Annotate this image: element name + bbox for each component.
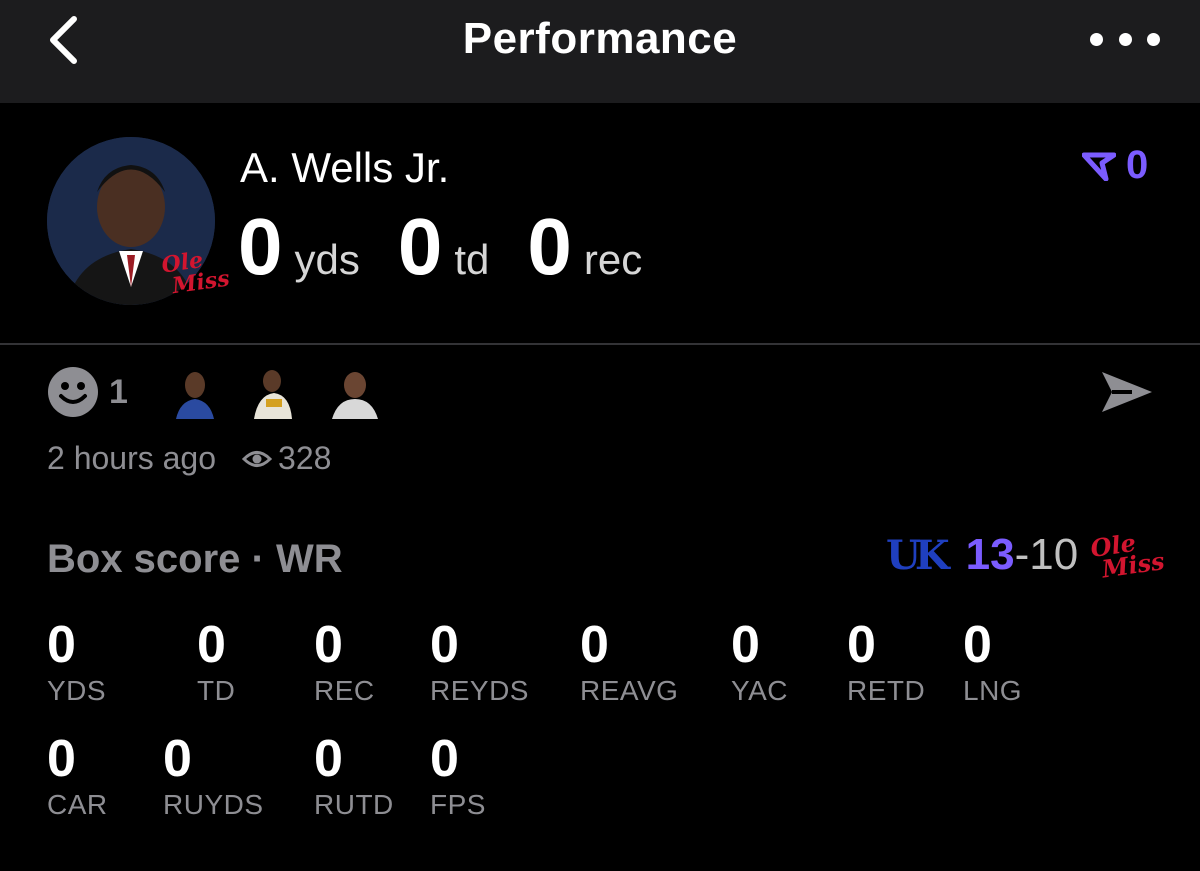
stat-value: 0 bbox=[314, 730, 343, 788]
stat-label: CAR bbox=[47, 789, 108, 820]
stat-value: 0 bbox=[847, 616, 876, 674]
stat-value: 0 bbox=[430, 616, 459, 674]
top-bar: Performance bbox=[0, 0, 1200, 103]
rec-unit: rec bbox=[583, 236, 643, 283]
box-score-title: Box score · WR bbox=[47, 537, 343, 581]
td-unit: td bbox=[454, 236, 490, 283]
reactor-avatar[interactable] bbox=[327, 365, 382, 419]
yards-value: 0 bbox=[238, 202, 283, 291]
stat-label: LNG bbox=[963, 675, 1023, 706]
stat-reyds: 0 REYDS bbox=[430, 617, 529, 707]
stat-label: RUTD bbox=[314, 789, 394, 820]
stat-value: 0 bbox=[163, 730, 192, 788]
picks-badge[interactable]: 0 bbox=[1082, 143, 1148, 188]
game-score[interactable]: UK 13 - 10 Ole Miss bbox=[886, 527, 1167, 585]
reaction-count: 1 bbox=[109, 372, 128, 411]
td-value: 0 bbox=[397, 202, 443, 291]
pick-arrow-icon bbox=[1082, 152, 1116, 181]
reactions-row: 1 bbox=[47, 365, 408, 419]
stat-value: 0 bbox=[47, 616, 76, 674]
stat-reavg: 0 REAVG bbox=[580, 617, 678, 707]
reactor-avatar[interactable] bbox=[167, 365, 222, 419]
yards-unit: yds bbox=[294, 236, 360, 283]
stat-label: FPS bbox=[430, 789, 486, 820]
picks-count: 0 bbox=[1126, 143, 1149, 187]
stat-value: 0 bbox=[430, 730, 459, 788]
more-dot bbox=[1118, 32, 1132, 46]
kentucky-logo: UK bbox=[886, 531, 950, 579]
stat-fps: 0 FPS bbox=[430, 731, 486, 821]
stat-value: 0 bbox=[47, 730, 76, 788]
stat-label: RUYDS bbox=[163, 789, 264, 820]
player-name[interactable]: A. Wells Jr. bbox=[240, 144, 449, 192]
stat-value: 0 bbox=[731, 616, 760, 674]
view-count: 328 bbox=[278, 440, 332, 476]
ole-miss-logo: Ole Miss bbox=[159, 246, 232, 301]
person-icon bbox=[247, 365, 302, 419]
reactor-avatar[interactable] bbox=[247, 365, 302, 419]
share-button[interactable] bbox=[1098, 368, 1158, 418]
stat-value: 0 bbox=[197, 616, 226, 674]
stat-yac: 0 YAC bbox=[731, 617, 788, 707]
post-meta: 2 hours ago 328 bbox=[47, 440, 331, 477]
stat-label: REYDS bbox=[430, 675, 529, 706]
stat-label: YAC bbox=[731, 675, 788, 706]
stat-label: RETD bbox=[847, 675, 926, 706]
more-options-button[interactable] bbox=[1090, 22, 1160, 56]
stat-retd: 0 RETD bbox=[847, 617, 925, 707]
player-stat-line: 0 yds 0 td 0 rec bbox=[238, 202, 680, 292]
stat-rutd: 0 RUTD bbox=[314, 731, 394, 821]
more-dot bbox=[1147, 32, 1160, 46]
eye-icon bbox=[242, 448, 273, 470]
stat-car: 0 CAR bbox=[47, 731, 108, 821]
stat-label: REAVG bbox=[580, 675, 679, 706]
send-icon bbox=[1102, 372, 1152, 412]
away-score: 10 bbox=[1029, 530, 1079, 579]
score-separator: - bbox=[1014, 530, 1030, 579]
page-title: Performance bbox=[462, 14, 738, 63]
stat-lng: 0 LNG bbox=[963, 617, 1022, 707]
person-icon bbox=[167, 365, 222, 419]
stat-value: 0 bbox=[963, 616, 992, 674]
more-dot bbox=[1090, 32, 1103, 46]
ole-miss-logo: Ole Miss bbox=[1088, 527, 1167, 585]
stat-label: TD bbox=[197, 675, 236, 706]
rec-value: 0 bbox=[527, 202, 572, 291]
stat-ruyds: 0 RUYDS bbox=[163, 731, 264, 821]
timestamp: 2 hours ago bbox=[47, 440, 217, 476]
stat-label: REC bbox=[314, 675, 375, 706]
stat-yds: 0 YDS bbox=[47, 617, 106, 707]
smiley-icon[interactable] bbox=[47, 366, 99, 418]
stat-label: YDS bbox=[47, 675, 107, 706]
divider bbox=[0, 343, 1200, 345]
person-icon bbox=[327, 365, 382, 419]
stat-rec: 0 REC bbox=[314, 617, 375, 707]
stat-value: 0 bbox=[580, 616, 609, 674]
stat-value: 0 bbox=[314, 616, 343, 674]
stat-td: 0 TD bbox=[197, 617, 235, 707]
home-score: 13 bbox=[965, 530, 1015, 579]
